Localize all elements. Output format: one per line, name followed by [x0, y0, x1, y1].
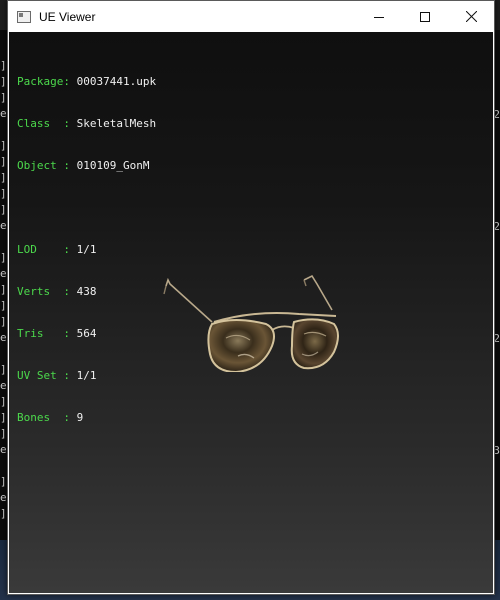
info-row-class: Class : SkeletalMesh	[17, 117, 156, 131]
mesh-info-overlay: Package: 00037441.upk Class : SkeletalMe…	[17, 47, 156, 453]
tris-label: Tris :	[17, 327, 70, 340]
minimize-icon	[374, 16, 384, 18]
object-label: Object :	[17, 159, 70, 172]
3d-viewport[interactable]: Package: 00037441.upk Class : SkeletalMe…	[9, 32, 493, 593]
app-window-icon	[17, 10, 31, 23]
ue-viewer-window: UE Viewer Package: 00037441.upk Class: …	[7, 0, 495, 595]
info-row-verts: Verts : 438	[17, 285, 156, 299]
package-label: Package:	[17, 75, 70, 88]
uvset-label: UV Set :	[17, 369, 70, 382]
bones-value: 9	[76, 411, 84, 424]
window-controls	[356, 1, 494, 32]
close-button[interactable]	[448, 1, 494, 32]
window-title: UE Viewer	[39, 9, 96, 24]
info-row-lod: LOD : 1/1	[17, 243, 156, 257]
title-bar[interactable]: UE Viewer	[8, 1, 494, 32]
uvset-value: 1/1	[76, 369, 97, 382]
maximize-button[interactable]	[402, 1, 448, 32]
package-value: 00037441.upk	[76, 75, 157, 88]
verts-value: 438	[76, 285, 97, 298]
sunglasses-mesh[interactable]	[154, 272, 339, 372]
lod-value: 1/1	[76, 243, 97, 256]
maximize-icon	[420, 11, 430, 22]
object-value: 010109_GonM	[76, 159, 150, 172]
verts-label: Verts :	[17, 285, 70, 298]
class-label: Class :	[17, 117, 70, 130]
info-row-package: Package: 00037441.upk	[17, 75, 156, 89]
class-value: SkeletalMesh	[76, 117, 157, 130]
minimize-button[interactable]	[356, 1, 402, 32]
info-row-tris: Tris : 564	[17, 327, 156, 341]
bones-label: Bones :	[17, 411, 70, 424]
info-row-uvset: UV Set : 1/1	[17, 369, 156, 383]
info-row-bones: Bones : 9	[17, 411, 156, 425]
tris-value: 564	[76, 327, 97, 340]
close-icon	[465, 11, 477, 22]
info-row-object: Object : 010109_GonM	[17, 159, 156, 173]
lod-label: LOD :	[17, 243, 70, 256]
info-spacer	[17, 201, 156, 215]
